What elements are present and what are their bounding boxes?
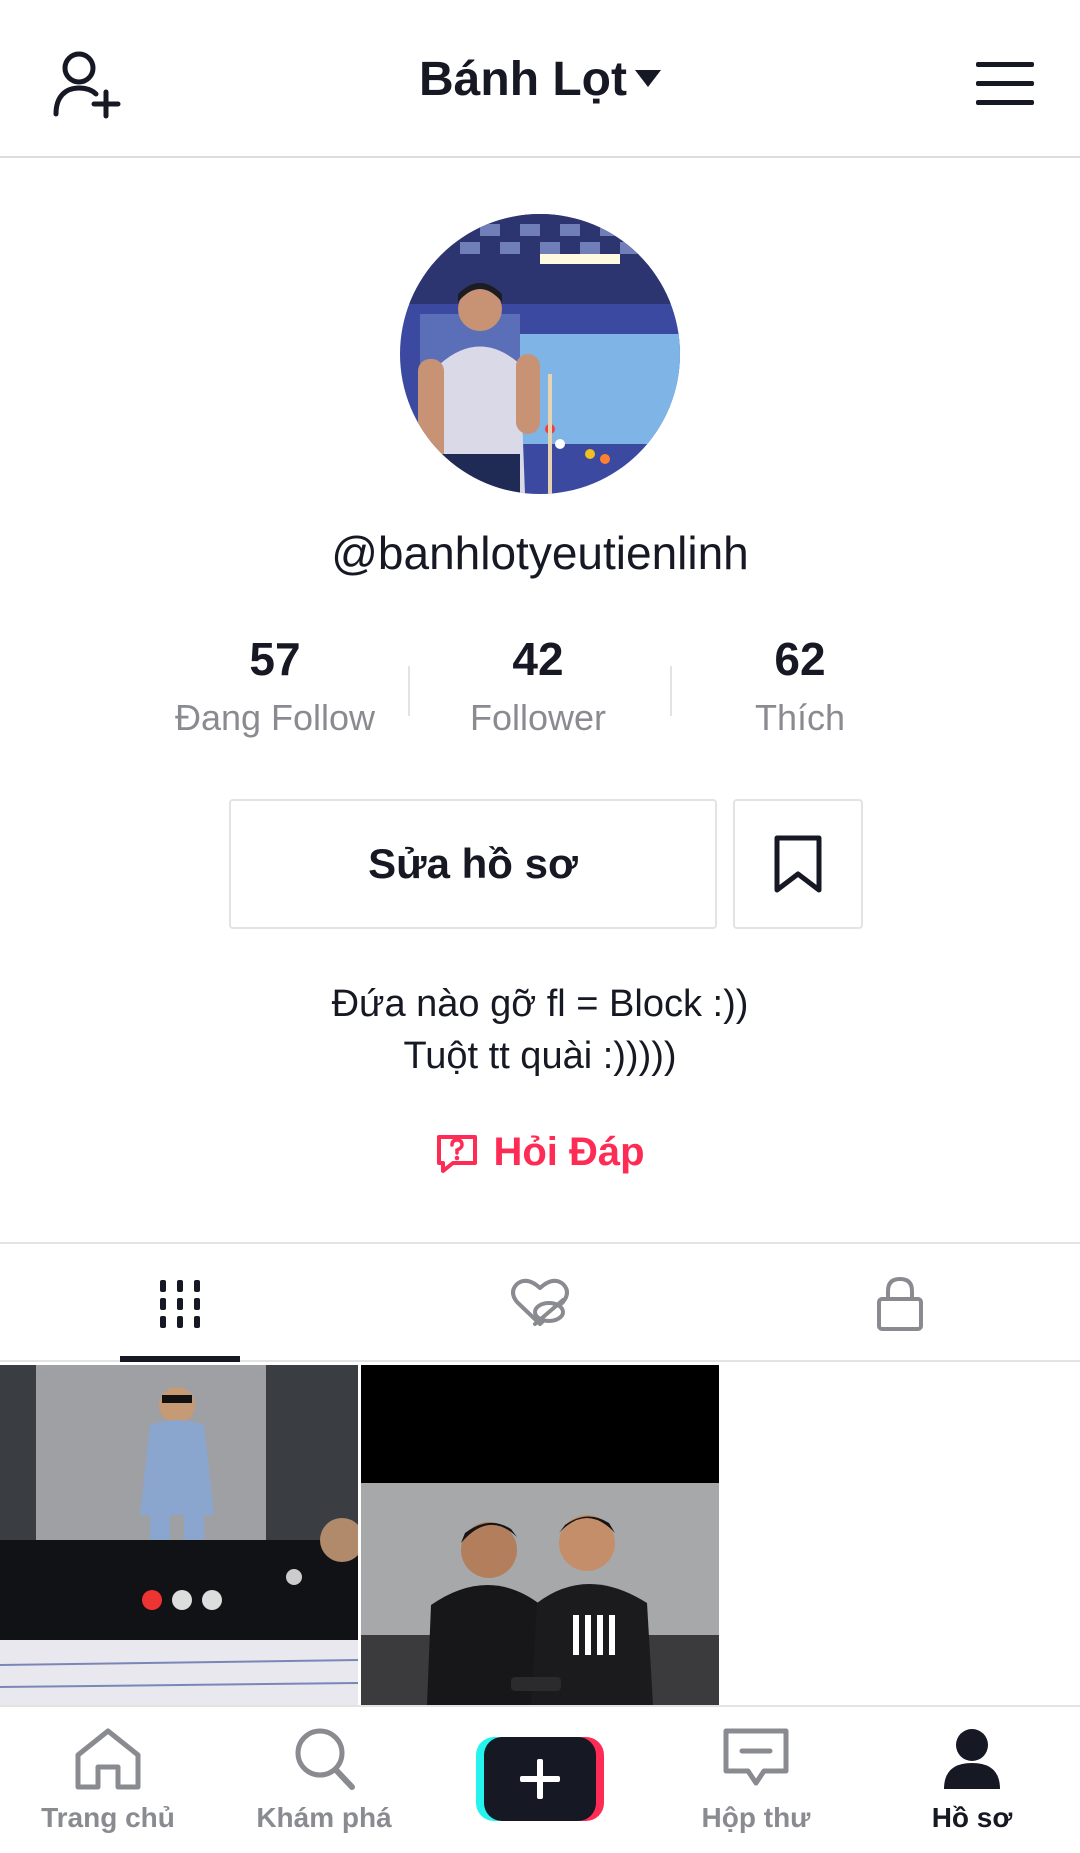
account-switcher[interactable]: Bánh Lọt <box>0 52 1080 107</box>
chevron-down-icon <box>634 69 661 87</box>
followers-count: 42 <box>512 633 564 685</box>
avatar[interactable] <box>400 214 680 494</box>
profile-icon <box>944 1729 1000 1789</box>
likes-count: 62 <box>774 633 826 685</box>
nav-discover-label: Khám phá <box>256 1802 392 1833</box>
tab-private[interactable] <box>720 1244 1080 1362</box>
nav-discover[interactable]: Khám phá <box>224 1725 424 1834</box>
video-thumbnail[interactable] <box>0 1365 358 1705</box>
bio: Đứa nào gỡ fl = Block :)) Tuột tt quài :… <box>0 978 1080 1082</box>
liked-hidden-icon <box>511 1278 569 1326</box>
nav-home-label: Trang chủ <box>41 1802 175 1833</box>
nav-inbox[interactable]: Hộp thư <box>656 1725 856 1834</box>
qa-link[interactable]: Hỏi Đáp <box>0 1130 1080 1175</box>
stat-divider <box>670 666 672 716</box>
video-thumbnail[interactable] <box>361 1365 719 1705</box>
tab-videos[interactable] <box>0 1244 360 1362</box>
content-tabs <box>0 1242 1080 1362</box>
likes-stat[interactable]: 62 Thích <box>675 630 925 740</box>
home-icon <box>75 1728 141 1790</box>
stat-divider <box>408 666 410 716</box>
nav-profile[interactable]: Hồ sơ <box>872 1725 1072 1834</box>
favorites-button[interactable] <box>733 799 863 929</box>
inbox-icon <box>723 1728 789 1786</box>
question-bubble-icon <box>437 1134 478 1173</box>
followers-stat[interactable]: 42 Follower <box>413 630 663 740</box>
bio-line: Đứa nào gỡ fl = Block :)) <box>331 983 749 1025</box>
username: @banhlotyeutienlinh <box>331 527 749 579</box>
following-label: Đang Follow <box>174 697 376 738</box>
likes-label: Thích <box>754 697 846 738</box>
active-tab-indicator <box>120 1356 240 1362</box>
page-title: Bánh Lọt <box>419 53 627 106</box>
hamburger-menu-icon[interactable] <box>974 60 1036 108</box>
nav-inbox-label: Hộp thư <box>701 1802 811 1833</box>
bio-line: Tuột tt quài :))))) <box>403 1035 677 1077</box>
bottom-navigation: Trang chủ Khám phá Hộp thư Hồ sơ <box>0 1705 1080 1853</box>
following-count: 57 <box>249 633 301 685</box>
create-video-button[interactable] <box>476 1737 604 1821</box>
create-plus-icon <box>476 1737 604 1821</box>
followers-label: Follower <box>469 697 607 738</box>
tab-liked[interactable] <box>360 1244 720 1362</box>
edit-profile-button[interactable]: Sửa hồ sơ <box>229 799 717 929</box>
search-icon <box>295 1728 355 1790</box>
bookmark-icon <box>774 835 822 893</box>
qa-label: Hỏi Đáp <box>493 1130 645 1174</box>
private-lock-icon <box>877 1276 923 1331</box>
video-grid <box>0 1365 1080 1705</box>
nav-profile-label: Hồ sơ <box>931 1802 1013 1833</box>
following-stat[interactable]: 57 Đang Follow <box>150 630 400 740</box>
top-header: Bánh Lọt <box>0 0 1080 158</box>
nav-home[interactable]: Trang chủ <box>8 1725 208 1834</box>
videos-grid-icon <box>160 1280 200 1328</box>
profile-stats: 57 Đang Follow 42 Follower 62 Thích <box>150 630 930 750</box>
